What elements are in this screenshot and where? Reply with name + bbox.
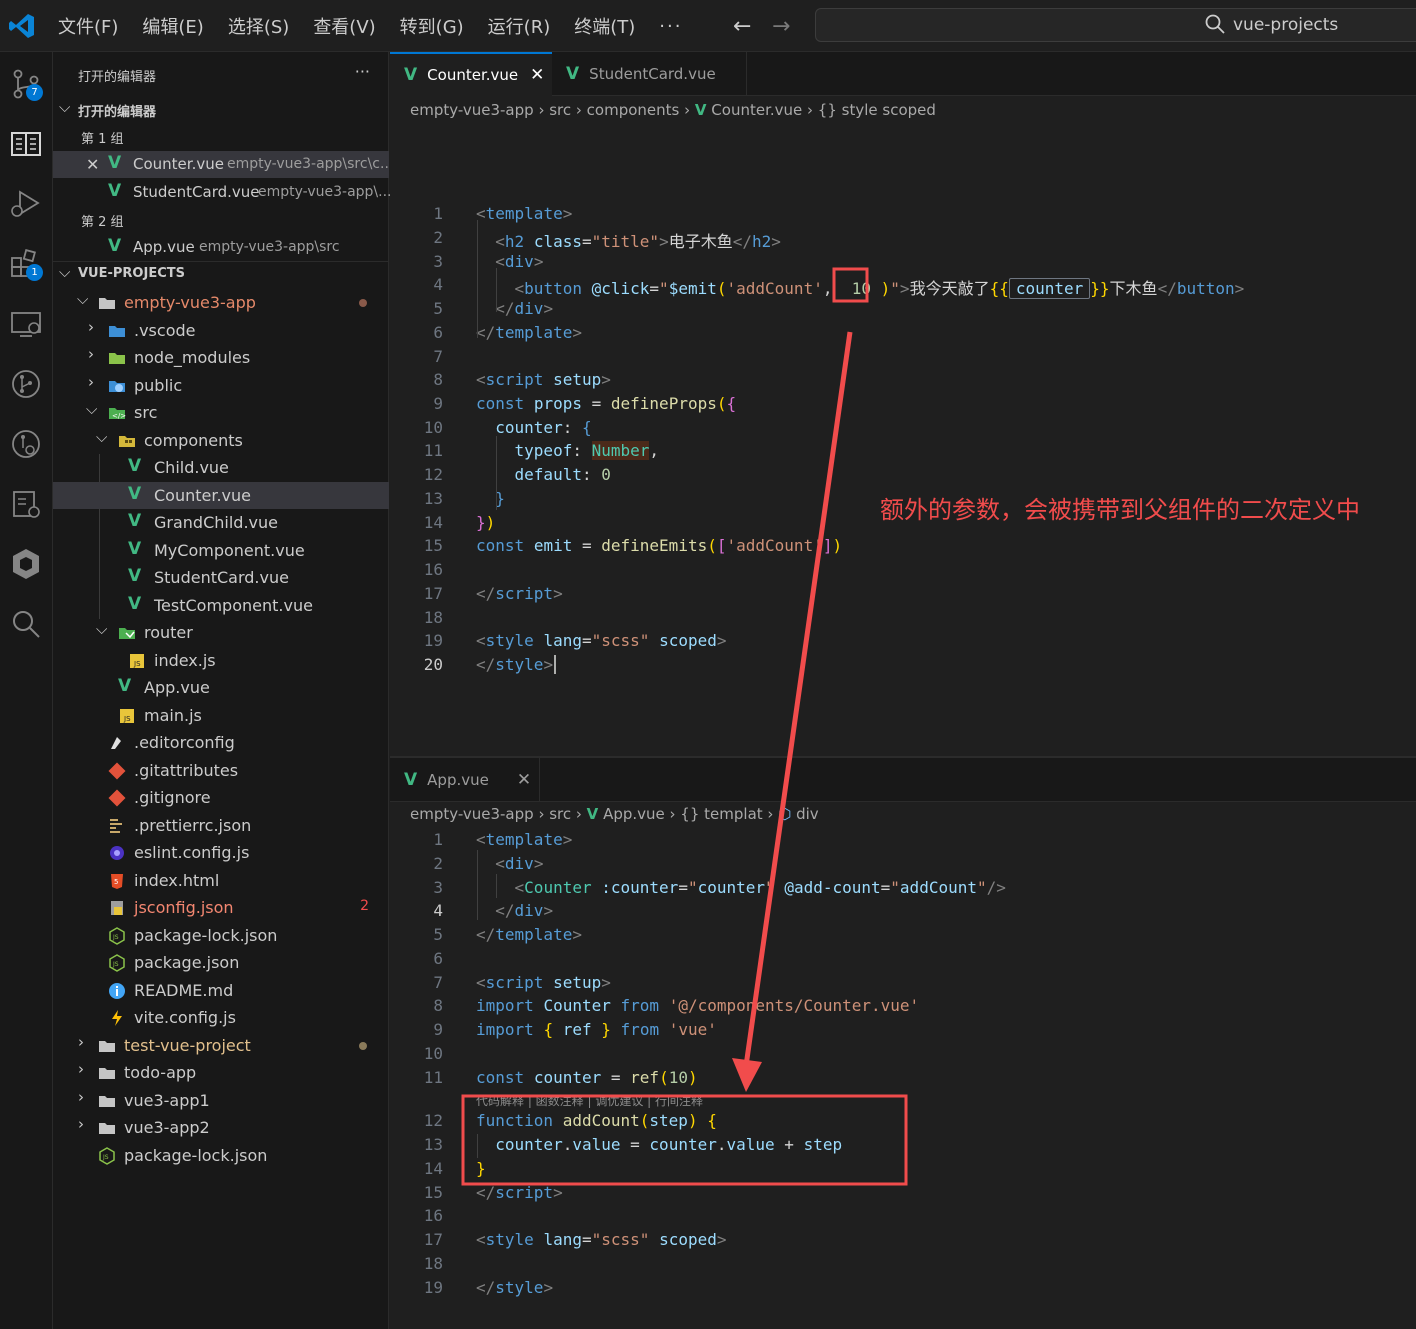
vscode-window: 文件(F) 编辑(E) 选择(S) 查看(V) 转到(G) 运行(R) 终端(T…	[0, 0, 1416, 1329]
annotation-arrow	[743, 331, 853, 1067]
annotation-text: 额外的参数，会被携带到父组件的二次定义中	[880, 496, 1360, 524]
highlight-box-extra-arg	[832, 267, 869, 303]
annotation-overlay	[461, 267, 908, 1186]
highlight-box-handler	[461, 1094, 908, 1186]
arrow-head-icon	[732, 1058, 762, 1092]
